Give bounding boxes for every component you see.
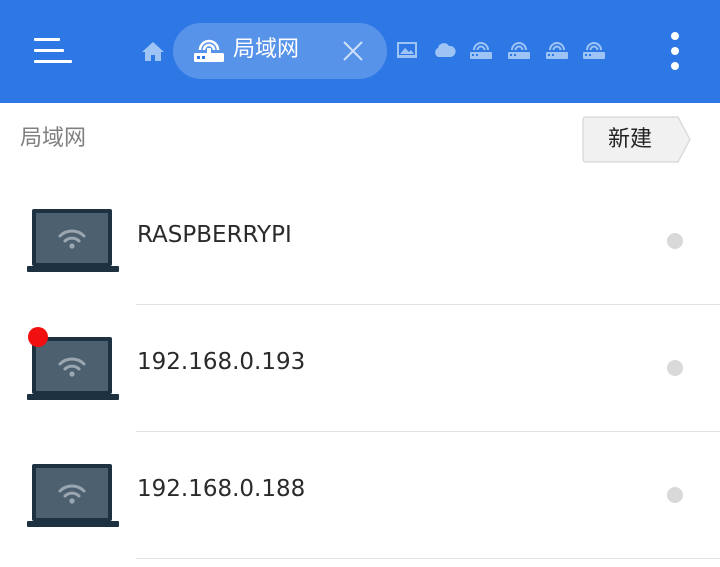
list-item[interactable]: RASPBERRYPI bbox=[0, 178, 720, 305]
divider bbox=[136, 558, 720, 559]
new-button-label: 新建 bbox=[607, 127, 652, 152]
top-app-bar: 局域网 bbox=[0, 0, 720, 103]
status-indicator bbox=[667, 487, 683, 503]
device-name: RASPBERRYPI bbox=[137, 222, 292, 248]
device-name: 192.168.0.188 bbox=[137, 476, 306, 502]
lan-router-icon[interactable] bbox=[469, 40, 493, 62]
status-indicator bbox=[667, 233, 683, 249]
lan-router-icon bbox=[193, 39, 225, 63]
laptop-wifi-icon bbox=[27, 208, 119, 272]
breadcrumb: 局域网 bbox=[20, 126, 87, 151]
status-indicator bbox=[667, 360, 683, 376]
laptop-wifi-icon bbox=[27, 463, 119, 527]
tab-lan[interactable]: 局域网 bbox=[173, 23, 387, 79]
more-vertical-icon[interactable] bbox=[662, 30, 688, 72]
device-name: 192.168.0.193 bbox=[137, 349, 306, 375]
notification-badge bbox=[28, 327, 48, 347]
cloud-icon[interactable] bbox=[432, 40, 456, 62]
close-icon[interactable] bbox=[341, 39, 365, 63]
image-icon[interactable] bbox=[396, 40, 418, 62]
new-button[interactable]: 新建 bbox=[582, 116, 692, 163]
hamburger-menu-icon[interactable] bbox=[30, 32, 74, 70]
tab-label: 局域网 bbox=[233, 37, 300, 62]
lan-router-icon[interactable] bbox=[545, 40, 569, 62]
home-icon[interactable] bbox=[141, 40, 165, 62]
lan-router-icon[interactable] bbox=[582, 40, 606, 62]
list-item[interactable]: 192.168.0.193 bbox=[0, 305, 720, 432]
list-item[interactable]: 192.168.0.188 bbox=[0, 432, 720, 559]
lan-router-icon[interactable] bbox=[507, 40, 531, 62]
